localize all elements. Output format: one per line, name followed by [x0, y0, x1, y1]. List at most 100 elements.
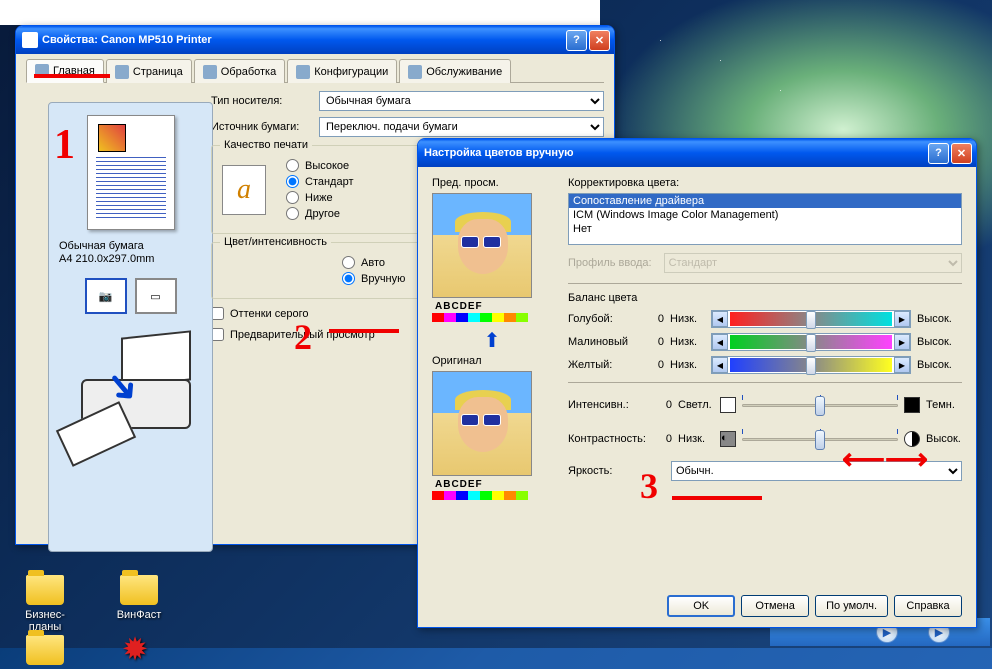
magenta-right-arrow[interactable]: ▶ [894, 334, 910, 350]
cyan-left-arrow[interactable]: ◀ [712, 311, 728, 327]
win2-cancel-button[interactable]: Отмена [741, 595, 809, 617]
correction-opt-icm[interactable]: ICM (Windows Image Color Management) [569, 208, 961, 222]
win2-titlebar[interactable]: Настройка цветов вручную ? ✕ [418, 139, 976, 167]
profile-label: Профиль ввода: [568, 257, 652, 269]
printer-icon: 🖨 [22, 32, 38, 48]
tab-config-icon [296, 65, 310, 79]
tab-main[interactable]: Главная [26, 59, 104, 83]
desktop-icon-business[interactable]: Бизнес-планы [10, 575, 80, 633]
color-auto-radio[interactable] [342, 256, 355, 269]
win2-default-button[interactable]: По умолч. [815, 595, 888, 617]
magenta-slider[interactable]: ◀▶ [711, 333, 911, 351]
win1-help-button[interactable]: ? [566, 30, 587, 51]
desktop-icon-winfast[interactable]: ВинФаст [104, 575, 174, 633]
annotation-underline-1 [34, 74, 110, 78]
mode-photo-icon[interactable]: 📷 [85, 278, 127, 314]
yellow-left-arrow[interactable]: ◀ [712, 357, 728, 373]
background-window-fragment [0, 0, 600, 25]
quality-legend: Качество печати [220, 139, 312, 151]
cyan-right-arrow[interactable]: ▶ [894, 311, 910, 327]
balance-label: Баланс цвета [568, 292, 962, 304]
win1-titlebar[interactable]: 🖨 Свойства: Canon MP510 Printer ? ✕ [16, 26, 614, 54]
tabs-bar: Главная Страница Обработка Конфигурации … [26, 58, 604, 83]
yellow-label: Желтый: [568, 359, 638, 371]
tab-page-icon [115, 65, 129, 79]
contrast-high-label: Высок. [926, 433, 962, 445]
tab-page[interactable]: Страница [106, 59, 192, 83]
quality-sample-icon: a [222, 165, 266, 215]
yellow-low: Низк. [670, 359, 705, 371]
cyan-high: Высок. [917, 313, 962, 325]
correction-opt-driver[interactable]: Сопоставление драйвера [569, 194, 961, 208]
magenta-high: Высок. [917, 336, 962, 348]
desktop-icon-folder3[interactable] [10, 635, 80, 669]
paper-info: Обычная бумага A4 210.0x297.0mm [59, 240, 202, 266]
low-contrast-icon: ◐ [720, 431, 736, 447]
yellow-high: Высок. [917, 359, 962, 371]
original-image [432, 371, 532, 476]
dark-label: Темн. [926, 399, 962, 411]
magenta-left-arrow[interactable]: ◀ [712, 334, 728, 350]
printer-illustration: ➜ [61, 324, 201, 454]
win2-ok-button[interactable]: OK [667, 595, 735, 617]
intensity-label: Интенсивн.: [568, 399, 646, 411]
profile-select: Стандарт [664, 253, 962, 273]
tab-processing-icon [203, 65, 217, 79]
annotation-underline-3 [672, 496, 762, 500]
win2-help-button[interactable]: ? [928, 143, 949, 164]
cyan-slider[interactable]: ◀▶ [711, 310, 911, 328]
win2-help-button-bottom[interactable]: Справка [894, 595, 962, 617]
tab-maintenance[interactable]: Обслуживание [399, 59, 511, 83]
desktop-icons: Бизнес-планы ВинФаст ✹ [10, 575, 174, 633]
color-squares-orig [432, 491, 532, 500]
yellow-value: 0 [644, 359, 664, 371]
tab-processing[interactable]: Обработка [194, 59, 285, 83]
quality-other-radio[interactable] [286, 207, 299, 220]
win2-title: Настройка цветов вручную [424, 147, 574, 159]
color-manual-radio[interactable] [342, 272, 355, 285]
tab-maintenance-icon [408, 65, 422, 79]
cyan-low: Низк. [670, 313, 705, 325]
magenta-value: 0 [644, 336, 664, 348]
win2-close-button[interactable]: ✕ [951, 143, 972, 164]
page-thumbnail [87, 115, 175, 230]
win1-close-button[interactable]: ✕ [589, 30, 610, 51]
abcdef-text-orig: ABCDEF [432, 478, 552, 491]
mode-document-icon[interactable]: ▭ [135, 278, 177, 314]
media-type-label: Тип носителя: [211, 95, 311, 107]
correction-opt-none[interactable]: Нет [569, 222, 961, 236]
cyan-value: 0 [644, 313, 664, 325]
quality-high-radio[interactable] [286, 159, 299, 172]
tab-config[interactable]: Конфигурации [287, 59, 397, 83]
quality-standard-radio[interactable] [286, 175, 299, 188]
brightness-label: Яркость: [568, 465, 663, 477]
media-type-select[interactable]: Обычная бумага [319, 91, 604, 111]
paper-source-label: Источник бумаги: [211, 121, 311, 133]
up-arrow-icon: ⬆ [432, 328, 552, 353]
light-icon [720, 397, 736, 413]
magenta-low: Низк. [670, 336, 705, 348]
contrast-low-label: Низк. [678, 433, 714, 445]
correction-listbox[interactable]: Сопоставление драйвера ICM (Windows Imag… [568, 193, 962, 245]
dark-icon [904, 397, 920, 413]
cyan-label: Голубой: [568, 313, 638, 325]
intensity-value: 0 [652, 399, 672, 411]
light-label: Светл. [678, 399, 714, 411]
abcdef-text: ABCDEF [432, 300, 552, 313]
annotation-arrow: ⟵⟶ [842, 442, 928, 477]
color-squares [432, 313, 532, 322]
contrast-value: 0 [652, 433, 672, 445]
contrast-label: Контрастность: [568, 433, 646, 445]
yellow-slider[interactable]: ◀▶ [711, 356, 911, 374]
intensity-slider[interactable] [742, 393, 898, 417]
preview-image [432, 193, 532, 298]
desktop-icon-splat[interactable]: ✹ [100, 633, 170, 669]
yellow-right-arrow[interactable]: ▶ [894, 357, 910, 373]
paper-source-select[interactable]: Переключ. подачи бумаги [319, 117, 604, 137]
magenta-label: Малиновый [568, 336, 638, 348]
correction-label: Корректировка цвета: [568, 177, 962, 189]
preview-panel: Обычная бумага A4 210.0x297.0mm 📷 ▭ ➜ [48, 102, 213, 552]
annotation-underline-2 [329, 329, 399, 333]
color-adjustment-window: Настройка цветов вручную ? ✕ Пред. просм… [417, 138, 977, 628]
quality-low-radio[interactable] [286, 191, 299, 204]
